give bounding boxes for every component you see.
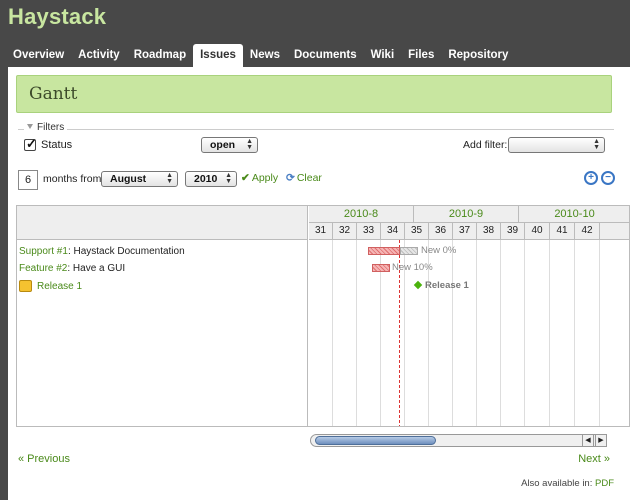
select-arrows-icon: ▲ ▼ — [225, 172, 232, 185]
apply-button[interactable]: ✔ Apply — [241, 172, 278, 184]
week-header: 32 — [333, 223, 357, 240]
issue-bar-label: New 0% — [421, 245, 457, 256]
week-header: 41 — [550, 223, 575, 240]
tab-wiki[interactable]: Wiki — [364, 44, 402, 67]
week-header-row: 31 32 33 34 35 36 37 38 39 40 41 42 — [309, 223, 629, 240]
tab-documents[interactable]: Documents — [287, 44, 364, 67]
tab-roadmap[interactable]: Roadmap — [127, 44, 193, 67]
zoom-in-icon[interactable]: + — [584, 171, 598, 185]
pdf-export-link[interactable]: PDF — [595, 478, 614, 489]
issue-row: Feature #2: Have a GUI — [19, 263, 125, 274]
status-label: Status — [41, 139, 73, 151]
select-arrows-icon: ▲ ▼ — [593, 138, 600, 151]
week-gridline — [332, 240, 333, 426]
issue-bar-late[interactable] — [372, 264, 390, 272]
status-operator-select[interactable]: open ▲ ▼ — [201, 137, 258, 153]
status-checkbox[interactable]: ✓ — [24, 136, 37, 151]
week-header: 42 — [575, 223, 600, 240]
issue-subject: : Have a GUI — [67, 263, 126, 274]
issue-link[interactable]: Feature #2 — [19, 263, 67, 274]
checkmark-icon: ✓ — [26, 136, 37, 151]
gantt-chart: Support #1: Haystack Documentation Featu… — [16, 205, 630, 427]
export-formats: Also available in: PDF — [521, 478, 614, 489]
issue-row: Support #1: Haystack Documentation — [19, 246, 185, 257]
subjects-column: Support #1: Haystack Documentation Featu… — [17, 240, 308, 426]
page-title: Gantt — [29, 84, 78, 104]
milestone-diamond-icon[interactable] — [413, 280, 423, 290]
months-from-label: months from — [43, 173, 102, 185]
tab-files[interactable]: Files — [401, 44, 441, 67]
app-title[interactable]: Haystack — [8, 4, 106, 30]
issue-subject: : Haystack Documentation — [67, 246, 185, 257]
month-select[interactable]: August ▲ ▼ — [101, 171, 178, 187]
horizontal-scrollbar[interactable] — [310, 434, 601, 447]
package-icon — [19, 280, 32, 292]
week-gridline — [452, 240, 453, 426]
week-gridline — [476, 240, 477, 426]
issue-link[interactable]: Support #1 — [19, 246, 68, 257]
milestone-label: Release 1 — [425, 280, 469, 291]
select-arrows-icon: ▲ ▼ — [166, 172, 173, 185]
week-gridline — [599, 240, 600, 426]
scroll-right-arrow-icon[interactable]: ▶ — [595, 434, 607, 447]
scrollbar-thumb[interactable] — [315, 436, 436, 445]
week-header: 36 — [429, 223, 453, 240]
page-header: Gantt — [16, 75, 612, 113]
main-menu: Overview Activity Roadmap Issues News Do… — [6, 44, 515, 67]
issue-bar-late[interactable] — [368, 247, 400, 255]
clear-label: Clear — [296, 172, 322, 184]
version-link[interactable]: Release 1 — [37, 281, 82, 292]
next-link[interactable]: Next » — [578, 453, 610, 465]
week-gridline — [524, 240, 525, 426]
week-gridline — [356, 240, 357, 426]
week-gridline — [500, 240, 501, 426]
week-header: 33 — [357, 223, 381, 240]
collapse-triangle-icon — [27, 124, 33, 129]
previous-link[interactable]: « Previous — [18, 453, 70, 465]
tab-news[interactable]: News — [243, 44, 287, 67]
week-header: 34 — [381, 223, 405, 240]
week-header: 40 — [525, 223, 550, 240]
week-header: 31 — [309, 223, 333, 240]
week-header: 35 — [405, 223, 429, 240]
months-input[interactable]: 6 — [18, 170, 38, 190]
filters-legend-label: Filters — [37, 122, 65, 133]
gantt-timeline: 2010-8 2010-9 2010-10 31 32 33 34 35 36 … — [309, 206, 629, 426]
zoom-out-icon[interactable]: − — [601, 171, 615, 185]
add-filter-label: Add filter: — [463, 139, 508, 151]
issue-bar-label: New 10% — [392, 262, 433, 273]
issue-bar-remaining[interactable] — [400, 247, 418, 255]
tab-overview[interactable]: Overview — [6, 44, 71, 67]
status-operator-value: open — [210, 139, 236, 151]
year-select[interactable]: 2010 ▲ ▼ — [185, 171, 237, 187]
month-header: 2010-8 — [309, 206, 414, 223]
filters-toggle[interactable]: Filters — [24, 122, 68, 133]
filters-divider — [18, 129, 614, 130]
apply-label: Apply — [251, 172, 279, 184]
scroll-left-arrow-icon[interactable]: ◀ — [582, 434, 594, 447]
subjects-header — [17, 206, 308, 240]
week-header: 37 — [453, 223, 477, 240]
tab-repository[interactable]: Repository — [441, 44, 515, 67]
reload-icon: ⟳ — [286, 172, 295, 184]
week-header: 38 — [477, 223, 501, 240]
week-gridline — [574, 240, 575, 426]
clear-button[interactable]: ⟳ Clear — [286, 172, 322, 184]
month-header: 2010-9 — [414, 206, 519, 223]
also-available-label: Also available in: — [521, 478, 593, 489]
week-gridline — [549, 240, 550, 426]
month-value: August — [110, 173, 147, 185]
tab-issues[interactable]: Issues — [193, 44, 243, 67]
select-arrows-icon: ▲ ▼ — [246, 138, 253, 151]
month-header-row: 2010-8 2010-9 2010-10 — [309, 206, 629, 223]
year-value: 2010 — [194, 173, 218, 185]
week-header: 39 — [501, 223, 525, 240]
checkmark-icon: ✔ — [241, 172, 250, 184]
tab-activity[interactable]: Activity — [71, 44, 127, 67]
content-area: Gantt Filters ✓ Status open ▲ ▼ Add filter… — [8, 67, 630, 500]
month-header: 2010-10 — [519, 206, 629, 223]
version-row: Release 1 — [37, 281, 82, 292]
add-filter-select[interactable]: ▲ ▼ — [508, 137, 605, 153]
